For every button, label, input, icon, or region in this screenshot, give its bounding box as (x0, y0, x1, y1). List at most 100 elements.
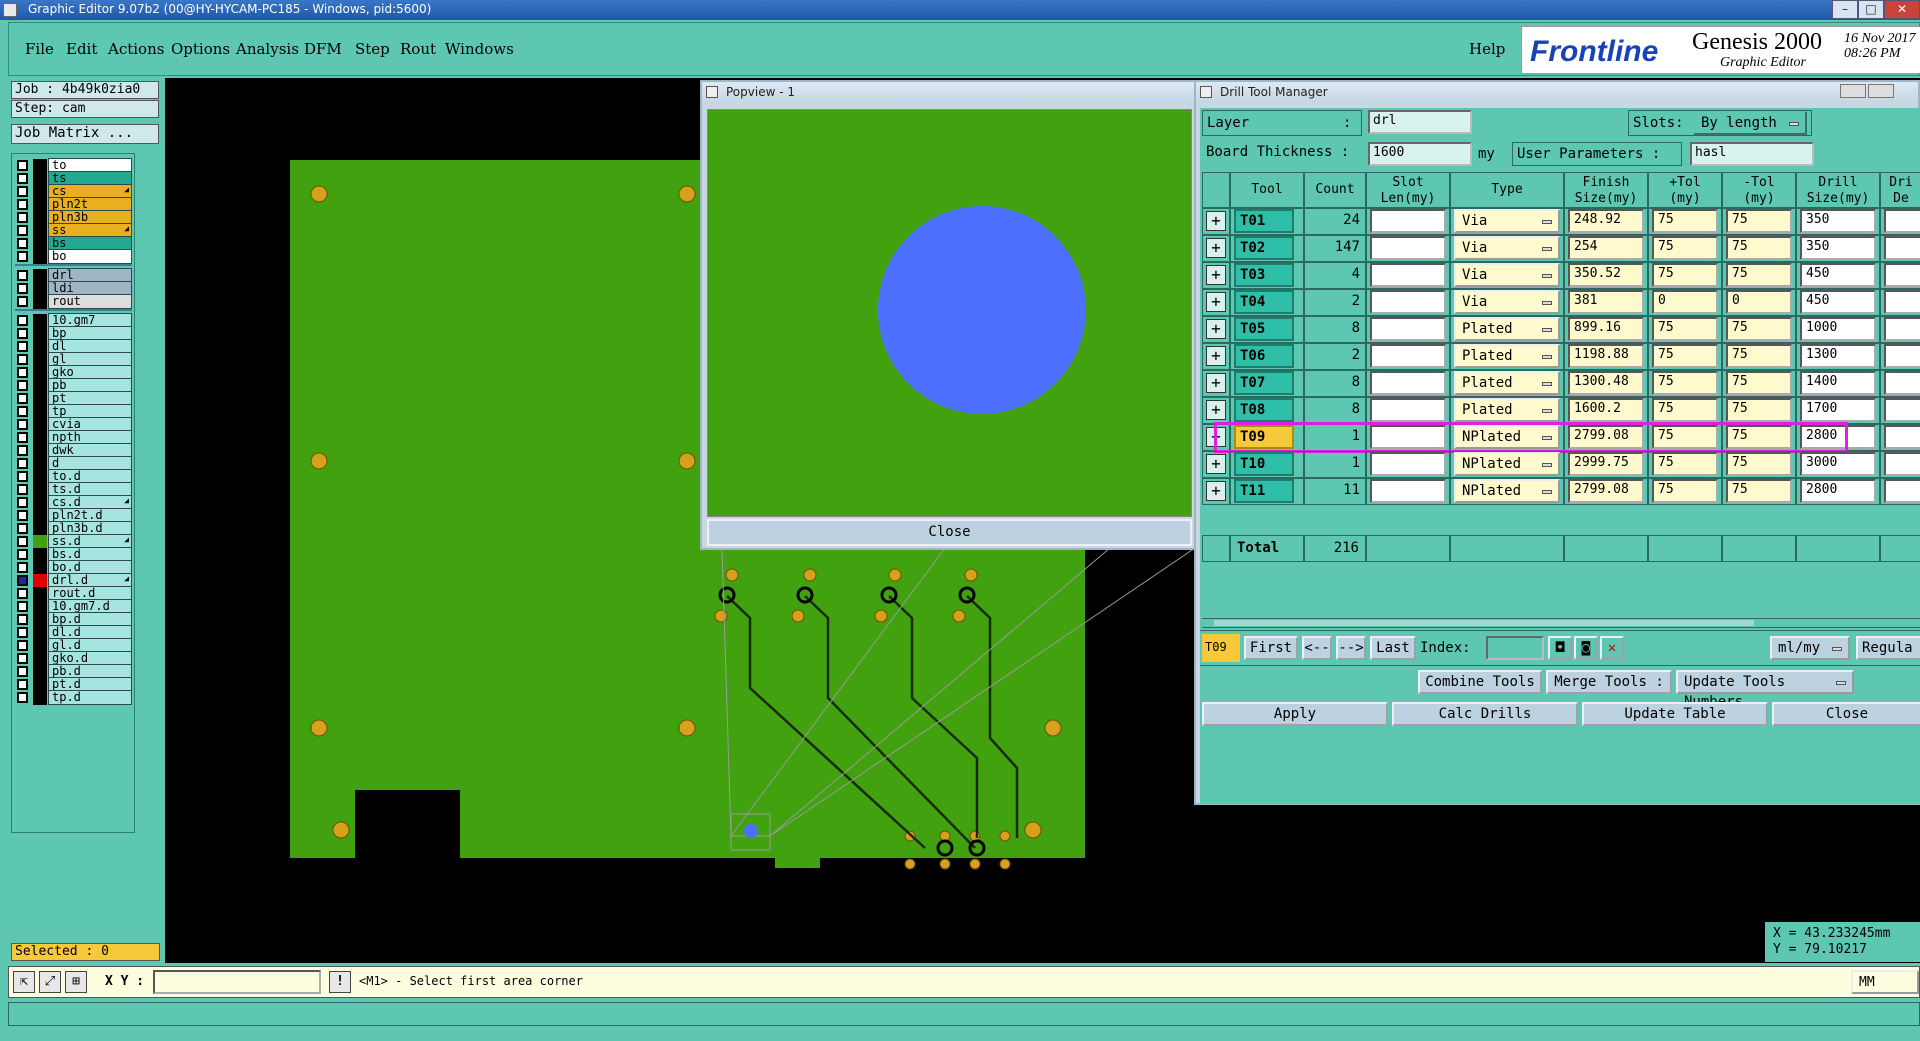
tool-type-select[interactable]: Plated (1454, 344, 1560, 368)
tool-type-select[interactable]: Plated (1454, 398, 1560, 422)
layer-checkbox[interactable] (17, 354, 28, 365)
drill-size-field[interactable]: 2800 (1800, 479, 1876, 503)
tool-type-select[interactable]: Via (1454, 290, 1560, 314)
drill-de-field[interactable] (1884, 398, 1920, 422)
layer-checkbox[interactable] (17, 484, 28, 495)
slot-len-field[interactable] (1370, 479, 1446, 503)
combine-tools-button[interactable]: Combine Tools (1418, 670, 1542, 694)
layer-row[interactable]: tp.d (15, 690, 132, 705)
expand-row-icon[interactable]: + (1206, 265, 1226, 285)
menu-analysis[interactable]: Analysis (236, 40, 299, 58)
dtm-close-button[interactable]: Close (1772, 702, 1920, 726)
plus-tol-field[interactable]: 75 (1652, 236, 1718, 260)
menu-options[interactable]: Options (171, 40, 230, 58)
menu-edit[interactable]: Edit (66, 40, 97, 58)
layer-row[interactable]: rout (15, 294, 132, 309)
layer-checkbox[interactable] (17, 328, 28, 339)
tool-type-select[interactable]: Plated (1454, 371, 1560, 395)
update-table-button[interactable]: Update Table (1582, 702, 1768, 726)
drill-de-field[interactable] (1884, 425, 1920, 449)
tool-name[interactable]: T11 (1234, 479, 1294, 503)
finish-size-field[interactable]: 2799.08 (1568, 479, 1644, 503)
layer-checkbox[interactable] (17, 601, 28, 612)
search-down-icon[interactable]: ◙ (1574, 636, 1598, 660)
pan-tool-icon[interactable]: ⇱ (13, 971, 35, 993)
finish-size-field[interactable]: 2799.08 (1568, 425, 1644, 449)
expand-row-icon[interactable]: + (1206, 427, 1226, 447)
layer-checkbox[interactable] (17, 160, 28, 171)
dtm-minimize-button[interactable] (1840, 84, 1866, 98)
drill-de-field[interactable] (1884, 263, 1920, 287)
minus-tol-field[interactable]: 75 (1726, 344, 1792, 368)
layer-checkbox[interactable] (17, 296, 28, 307)
drill-size-field[interactable]: 450 (1800, 290, 1876, 314)
units-select[interactable]: ml/my (1770, 636, 1850, 660)
finish-size-field[interactable]: 899.16 (1568, 317, 1644, 341)
index-field[interactable] (1486, 636, 1544, 660)
drill-size-field[interactable]: 1300 (1800, 344, 1876, 368)
scrollbar-thumb[interactable] (1214, 620, 1754, 626)
drill-de-field[interactable] (1884, 452, 1920, 476)
plus-tol-field[interactable]: 75 (1652, 479, 1718, 503)
layer-checkbox[interactable] (17, 497, 28, 508)
drill-de-field[interactable] (1884, 344, 1920, 368)
layer-checkbox[interactable] (17, 536, 28, 547)
horizontal-scrollbar[interactable] (1202, 618, 1920, 628)
board-thickness-field[interactable]: 1600 (1368, 142, 1472, 166)
menu-windows[interactable]: Windows (445, 40, 514, 58)
popview-close-button[interactable]: Close (707, 519, 1192, 546)
menu-dfm[interactable]: DFM (304, 40, 342, 58)
plus-tol-field[interactable]: 75 (1652, 452, 1718, 476)
tool-name[interactable]: T08 (1234, 398, 1294, 422)
finish-size-field[interactable]: 254 (1568, 236, 1644, 260)
drill-size-field[interactable]: 350 (1800, 209, 1876, 233)
minus-tol-field[interactable]: 75 (1726, 317, 1792, 341)
tool-name[interactable]: T07 (1234, 371, 1294, 395)
expand-row-icon[interactable]: + (1206, 211, 1226, 231)
finish-size-field[interactable]: 1300.48 (1568, 371, 1644, 395)
slot-len-field[interactable] (1370, 317, 1446, 341)
measure-tool-icon[interactable]: ⤢ (39, 971, 61, 993)
tool-type-select[interactable]: Via (1454, 209, 1560, 233)
layer-checkbox[interactable] (17, 458, 28, 469)
layer-checkbox[interactable] (17, 380, 28, 391)
layer-checkbox[interactable] (17, 212, 28, 223)
menu-help[interactable]: Help (1469, 40, 1505, 58)
drill-de-field[interactable] (1884, 371, 1920, 395)
tool-name[interactable]: T01 (1234, 209, 1294, 233)
tool-type-select[interactable]: NPlated (1454, 425, 1560, 449)
maximize-button[interactable]: □ (1858, 0, 1884, 19)
user-parameters-field[interactable]: hasl (1690, 142, 1814, 166)
layer-checkbox[interactable] (17, 562, 28, 573)
layer-checkbox[interactable] (17, 283, 28, 294)
layer-checkbox[interactable] (17, 270, 28, 281)
layer-checkbox[interactable] (17, 549, 28, 560)
unit-select[interactable]: MM (1851, 970, 1919, 994)
drill-size-field[interactable]: 350 (1800, 236, 1876, 260)
layer-checkbox[interactable] (17, 186, 28, 197)
expand-row-icon[interactable]: + (1206, 319, 1226, 339)
clear-icon[interactable]: ✕ (1600, 636, 1624, 660)
slots-select[interactable]: By length (1693, 111, 1807, 135)
menu-file[interactable]: File (25, 40, 54, 58)
finish-size-field[interactable]: 1198.88 (1568, 344, 1644, 368)
drill-size-field[interactable]: 450 (1800, 263, 1876, 287)
layer-checkbox[interactable] (17, 393, 28, 404)
tool-name[interactable]: T10 (1234, 452, 1294, 476)
slot-len-field[interactable] (1370, 344, 1446, 368)
search-up-icon[interactable]: ◘ (1548, 636, 1572, 660)
layer-checkbox[interactable] (17, 510, 28, 521)
layer-checkbox[interactable] (17, 640, 28, 651)
xy-input[interactable] (153, 970, 321, 994)
slot-len-field[interactable] (1370, 398, 1446, 422)
expand-row-icon[interactable]: + (1206, 292, 1226, 312)
first-button[interactable]: First (1244, 636, 1298, 660)
minus-tol-field[interactable]: 75 (1726, 452, 1792, 476)
layer-checkbox[interactable] (17, 419, 28, 430)
minus-tol-field[interactable]: 75 (1726, 263, 1792, 287)
slot-len-field[interactable] (1370, 209, 1446, 233)
menu-step[interactable]: Step (355, 40, 390, 58)
layer-checkbox[interactable] (17, 251, 28, 262)
regular-button[interactable]: Regula (1856, 636, 1920, 660)
layer-checkbox[interactable] (17, 406, 28, 417)
